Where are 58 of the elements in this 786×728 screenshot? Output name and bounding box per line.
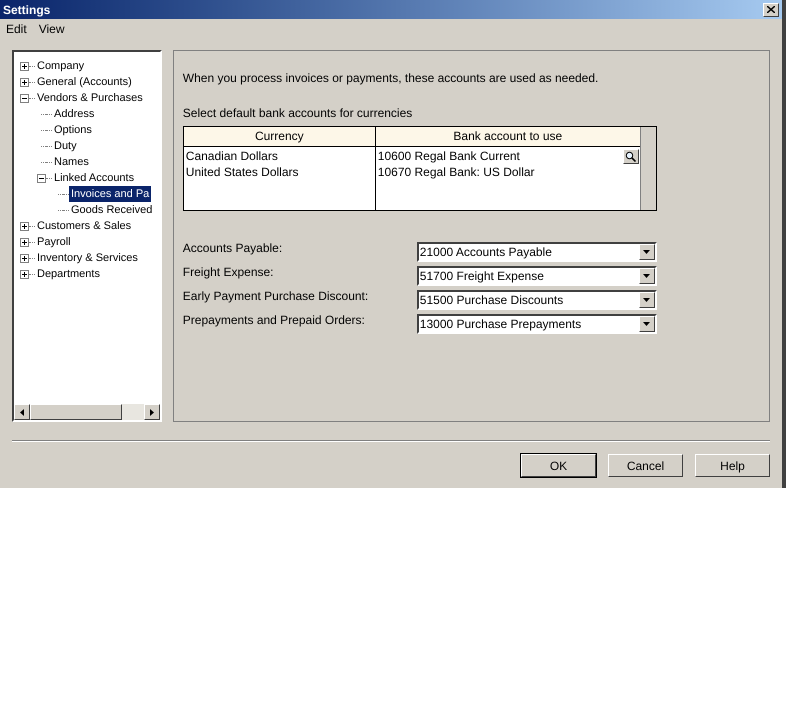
expand-icon[interactable]: [20, 238, 29, 246]
magnifier-icon: [625, 150, 636, 162]
field-label: Accounts Payable:: [182, 240, 282, 257]
dropdown-arrow-icon: [643, 298, 650, 302]
tree-item[interactable]: Inventory & Services: [35, 250, 140, 266]
account-dropdown[interactable]: 51500 Purchase Discounts: [416, 290, 657, 310]
tree-item[interactable]: Payroll: [35, 234, 73, 250]
account-dropdown[interactable]: 21000 Accounts Payable: [416, 242, 657, 262]
field-label: Prepayments and Prepaid Orders:: [182, 312, 365, 329]
scroll-left-button[interactable]: [14, 404, 30, 420]
table-cell-text: Canadian Dollars: [186, 148, 279, 164]
table-cell: 10600 Regal Bank Current: [378, 148, 520, 164]
field-label: Freight Expense:: [182, 264, 274, 281]
tree-item[interactable]: Options: [52, 122, 94, 138]
tree-item[interactable]: Duty: [52, 138, 79, 154]
dialog-button[interactable]: OK: [521, 454, 596, 477]
close-icon: [767, 6, 775, 13]
tree-item[interactable]: Invoices and Pa: [69, 186, 152, 202]
horizontal-scrollbar[interactable]: [14, 404, 160, 420]
table-cell-text: United States Dollars: [186, 164, 300, 180]
expand-icon[interactable]: [20, 62, 29, 70]
dialog-button[interactable]: Help: [695, 454, 770, 477]
tree-item[interactable]: Names: [52, 154, 91, 170]
lookup-button[interactable]: [622, 148, 639, 164]
tree-item[interactable]: Goods Received: [69, 202, 154, 218]
menu-item[interactable]: View: [38, 20, 64, 38]
tree-item[interactable]: Address: [52, 106, 96, 122]
left-arrow-icon: [20, 408, 24, 416]
dialog-button[interactable]: Cancel: [608, 454, 683, 477]
tree-item[interactable]: Linked Accounts: [52, 170, 136, 186]
menu-item[interactable]: Edit: [6, 20, 27, 38]
collapse-icon[interactable]: [20, 94, 29, 102]
tree-item[interactable]: Departments: [35, 266, 102, 282]
expand-icon[interactable]: [20, 78, 29, 86]
expand-icon[interactable]: [20, 222, 29, 230]
collapse-icon[interactable]: [37, 174, 46, 182]
tree-item[interactable]: Customers & Sales: [35, 218, 134, 234]
account-dropdown[interactable]: 13000 Purchase Prepayments: [416, 314, 657, 334]
bank-section-label: Select default bank accounts for currencies: [182, 105, 414, 122]
tree-item[interactable]: Vendors & Purchases: [35, 90, 145, 106]
right-arrow-icon: [150, 408, 154, 416]
tree-item[interactable]: General (Accounts): [35, 74, 134, 90]
intro-text: When you process invoices or payments, these accounts are used as needed.: [182, 70, 600, 87]
expand-icon[interactable]: [20, 254, 29, 262]
account-dropdown[interactable]: 51700 Freight Expense: [416, 266, 657, 286]
close-button[interactable]: [763, 2, 779, 16]
scroll-thumb[interactable]: [30, 404, 122, 420]
dropdown-arrow-icon: [643, 322, 650, 326]
column-header: Bank account to use: [452, 128, 564, 145]
dropdown-arrow-icon: [643, 250, 650, 254]
expand-icon[interactable]: [20, 270, 29, 278]
column-header: Currency: [184, 127, 376, 146]
scroll-right-button[interactable]: [144, 404, 160, 420]
window-title: Settings: [3, 2, 50, 18]
tree-item[interactable]: Company: [35, 58, 86, 74]
field-label: Early Payment Purchase Discount:: [182, 288, 368, 305]
table-cell: 10670 Regal Bank: US Dollar: [378, 164, 535, 180]
dropdown-arrow-icon: [643, 274, 650, 278]
